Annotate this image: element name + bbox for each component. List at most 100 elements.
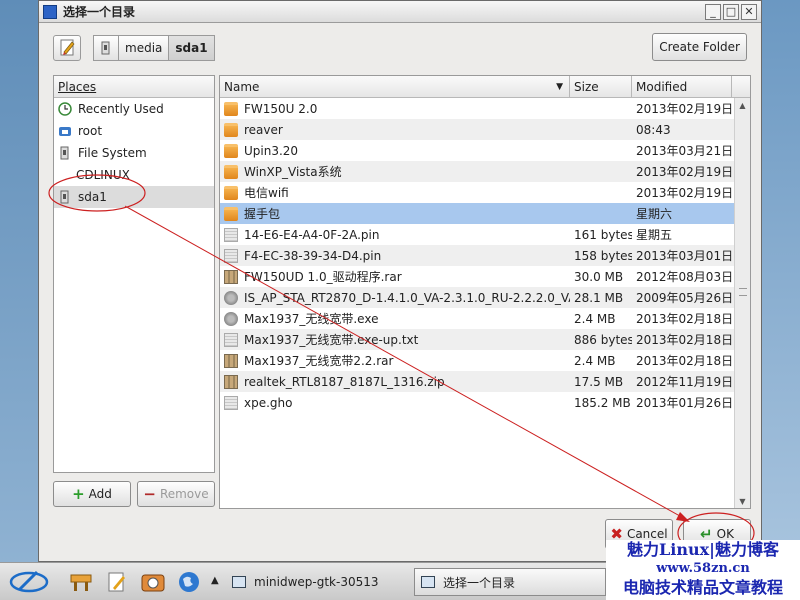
- places-buttons: + Add − Remove: [53, 481, 215, 509]
- desktop-icon[interactable]: [68, 569, 94, 595]
- file-row[interactable]: xpe.gho 185.2 MB 2013年01月26日: [220, 392, 734, 413]
- file-name-cell: FW150U 2.0: [220, 101, 570, 116]
- archive-icon: [224, 353, 238, 368]
- file-size: 2.4 MB: [574, 311, 616, 326]
- column-header-name[interactable]: Name ▼: [220, 76, 570, 97]
- file-row[interactable]: Max1937_无线宽带2.2.rar 2.4 MB 2013年02月18日: [220, 350, 734, 371]
- start-menu-logo-icon[interactable]: [6, 567, 52, 597]
- file-row[interactable]: F4-EC-38-39-34-D4.pin 158 bytes 2013年03月01…: [220, 245, 734, 266]
- taskbar-task-select-directory[interactable]: 选择一个目录: [414, 568, 606, 596]
- file-row[interactable]: 14-E6-E4-A4-0F-2A.pin 161 bytes 星期五: [220, 224, 734, 245]
- file-name: FW150UD 1.0_驱动程序.rar: [244, 270, 402, 284]
- file-name-cell: Max1937_无线宽带2.2.rar: [220, 352, 570, 369]
- file-row[interactable]: 握手包 星期六: [220, 203, 734, 224]
- image-viewer-icon[interactable]: [140, 569, 166, 595]
- file-rows: FW150U 2.0 2013年02月19日 reaver 08:43 Upin3.20…: [220, 98, 734, 413]
- file-name-cell: realtek_RTL8187_8187L_1316.zip: [220, 374, 570, 389]
- folder-icon: [224, 143, 238, 158]
- place-cdlinux[interactable]: CDLINUX: [54, 164, 214, 186]
- scroll-grip-icon: [739, 288, 747, 296]
- drive-icon: [58, 190, 72, 204]
- file-modified: 星期六: [636, 207, 673, 221]
- file-name: realtek_RTL8187_8187L_1316.zip: [244, 374, 445, 389]
- file-row[interactable]: WinXP_Vista系统 2013年02月19日: [220, 161, 734, 182]
- path-segment-media[interactable]: media: [118, 35, 170, 61]
- scroll-up-icon[interactable]: ▲: [735, 98, 750, 112]
- archive-icon: [224, 269, 238, 284]
- place-label: sda1: [78, 190, 107, 204]
- file-name: F4-EC-38-39-34-D4.pin: [244, 248, 382, 263]
- file-row[interactable]: Max1937_无线宽带.exe 2.4 MB 2013年02月18日: [220, 308, 734, 329]
- places-column-header[interactable]: Places: [54, 76, 214, 98]
- file-size: 30.0 MB: [574, 269, 624, 284]
- file-row[interactable]: reaver 08:43: [220, 119, 734, 140]
- place-recently-used[interactable]: Recently Used: [54, 98, 214, 120]
- file-name: 握手包: [244, 207, 281, 221]
- file-row[interactable]: realtek_RTL8187_8187L_1316.zip 17.5 MB 201…: [220, 371, 734, 392]
- file-modified: 2013年02月19日: [636, 165, 734, 179]
- file-name: FW150U 2.0: [244, 101, 318, 116]
- file-row[interactable]: FW150UD 1.0_驱动程序.rar 30.0 MB 2012年08月03日: [220, 266, 734, 287]
- path-segment-sda1[interactable]: sda1: [168, 35, 215, 61]
- taskbar-task-minidwep[interactable]: minidwep-gtk-30513: [226, 568, 412, 596]
- window-icon: [232, 576, 246, 588]
- location-toolbar: media sda1 Create Folder: [53, 33, 747, 63]
- sort-descending-icon: ▼: [556, 81, 563, 92]
- desktop-background-left: [0, 0, 40, 562]
- maximize-button[interactable]: □: [723, 3, 739, 20]
- file-name: Max1937_无线宽带.exe: [244, 312, 379, 326]
- file-icon: [224, 248, 238, 263]
- path-bar: media sda1: [93, 35, 215, 61]
- file-name-cell: WinXP_Vista系统: [220, 163, 570, 180]
- launcher-expand-icon[interactable]: ▲: [211, 575, 219, 586]
- file-name: Max1937_无线宽带2.2.rar: [244, 354, 394, 368]
- file-name: WinXP_Vista系统: [244, 165, 342, 179]
- remove-label: Remove: [159, 487, 209, 501]
- file-row[interactable]: 电信wifi 2013年02月19日: [220, 182, 734, 203]
- vertical-scrollbar[interactable]: ▲ ▼: [734, 98, 750, 508]
- file-name-cell: xpe.gho: [220, 395, 570, 410]
- scroll-down-icon[interactable]: ▼: [735, 494, 750, 508]
- file-size: 2.4 MB: [574, 353, 616, 368]
- file-modified: 2013年02月19日: [636, 186, 734, 200]
- file-row[interactable]: Max1937_无线宽带.exe-up.txt 886 bytes 2013年02月…: [220, 329, 734, 350]
- close-button[interactable]: ✕: [741, 3, 757, 20]
- minimize-button[interactable]: _: [705, 3, 721, 20]
- place-sda1[interactable]: sda1: [54, 186, 214, 208]
- select-directory-dialog: 选择一个目录 _ □ ✕ media sda1 Create Folder Pl…: [38, 0, 762, 562]
- add-place-button[interactable]: + Add: [53, 481, 131, 507]
- file-row[interactable]: FW150U 2.0 2013年02月19日: [220, 98, 734, 119]
- column-header-modified[interactable]: Modified: [632, 76, 732, 97]
- add-label: Add: [88, 487, 112, 501]
- create-folder-button[interactable]: Create Folder: [652, 33, 747, 61]
- folder-icon: [224, 206, 238, 221]
- cancel-label: Cancel: [626, 527, 668, 541]
- exe-icon: [224, 290, 238, 305]
- place-file-system[interactable]: File System: [54, 142, 214, 164]
- task-label: 选择一个目录: [443, 575, 516, 590]
- remove-place-button[interactable]: − Remove: [137, 481, 215, 507]
- watermark-line-1: 魅力Linux|魅力博客: [627, 540, 779, 559]
- file-name-cell: IS_AP_STA_RT2870_D-1.4.1.0_VA-2.3.1.0_RU…: [220, 290, 570, 305]
- type-location-button[interactable]: [53, 35, 81, 61]
- file-name: Upin3.20: [244, 143, 299, 158]
- text-editor-icon[interactable]: [104, 569, 130, 595]
- place-root[interactable]: root: [54, 120, 214, 142]
- file-row[interactable]: Upin3.20 2013年03月21日: [220, 140, 734, 161]
- folder-icon: [224, 122, 238, 137]
- file-row[interactable]: IS_AP_STA_RT2870_D-1.4.1.0_VA-2.3.1.0_RU…: [220, 287, 734, 308]
- file-name: 14-E6-E4-A4-0F-2A.pin: [244, 227, 380, 242]
- file-size: 185.2 MB: [574, 395, 631, 410]
- column-header-size[interactable]: Size: [570, 76, 632, 97]
- place-label: CDLINUX: [76, 168, 130, 182]
- file-name-cell: 电信wifi: [220, 184, 570, 201]
- desktop-background-right: [760, 0, 800, 562]
- file-name-cell: 握手包: [220, 205, 570, 222]
- path-drive-button[interactable]: [93, 35, 119, 61]
- dialog-title: 选择一个目录: [63, 5, 136, 19]
- folder-icon: [224, 101, 238, 116]
- dialog-titlebar[interactable]: 选择一个目录 _ □ ✕: [39, 1, 761, 23]
- archive-icon: [224, 374, 238, 389]
- web-browser-icon[interactable]: [176, 569, 202, 595]
- file-icon: [224, 227, 238, 242]
